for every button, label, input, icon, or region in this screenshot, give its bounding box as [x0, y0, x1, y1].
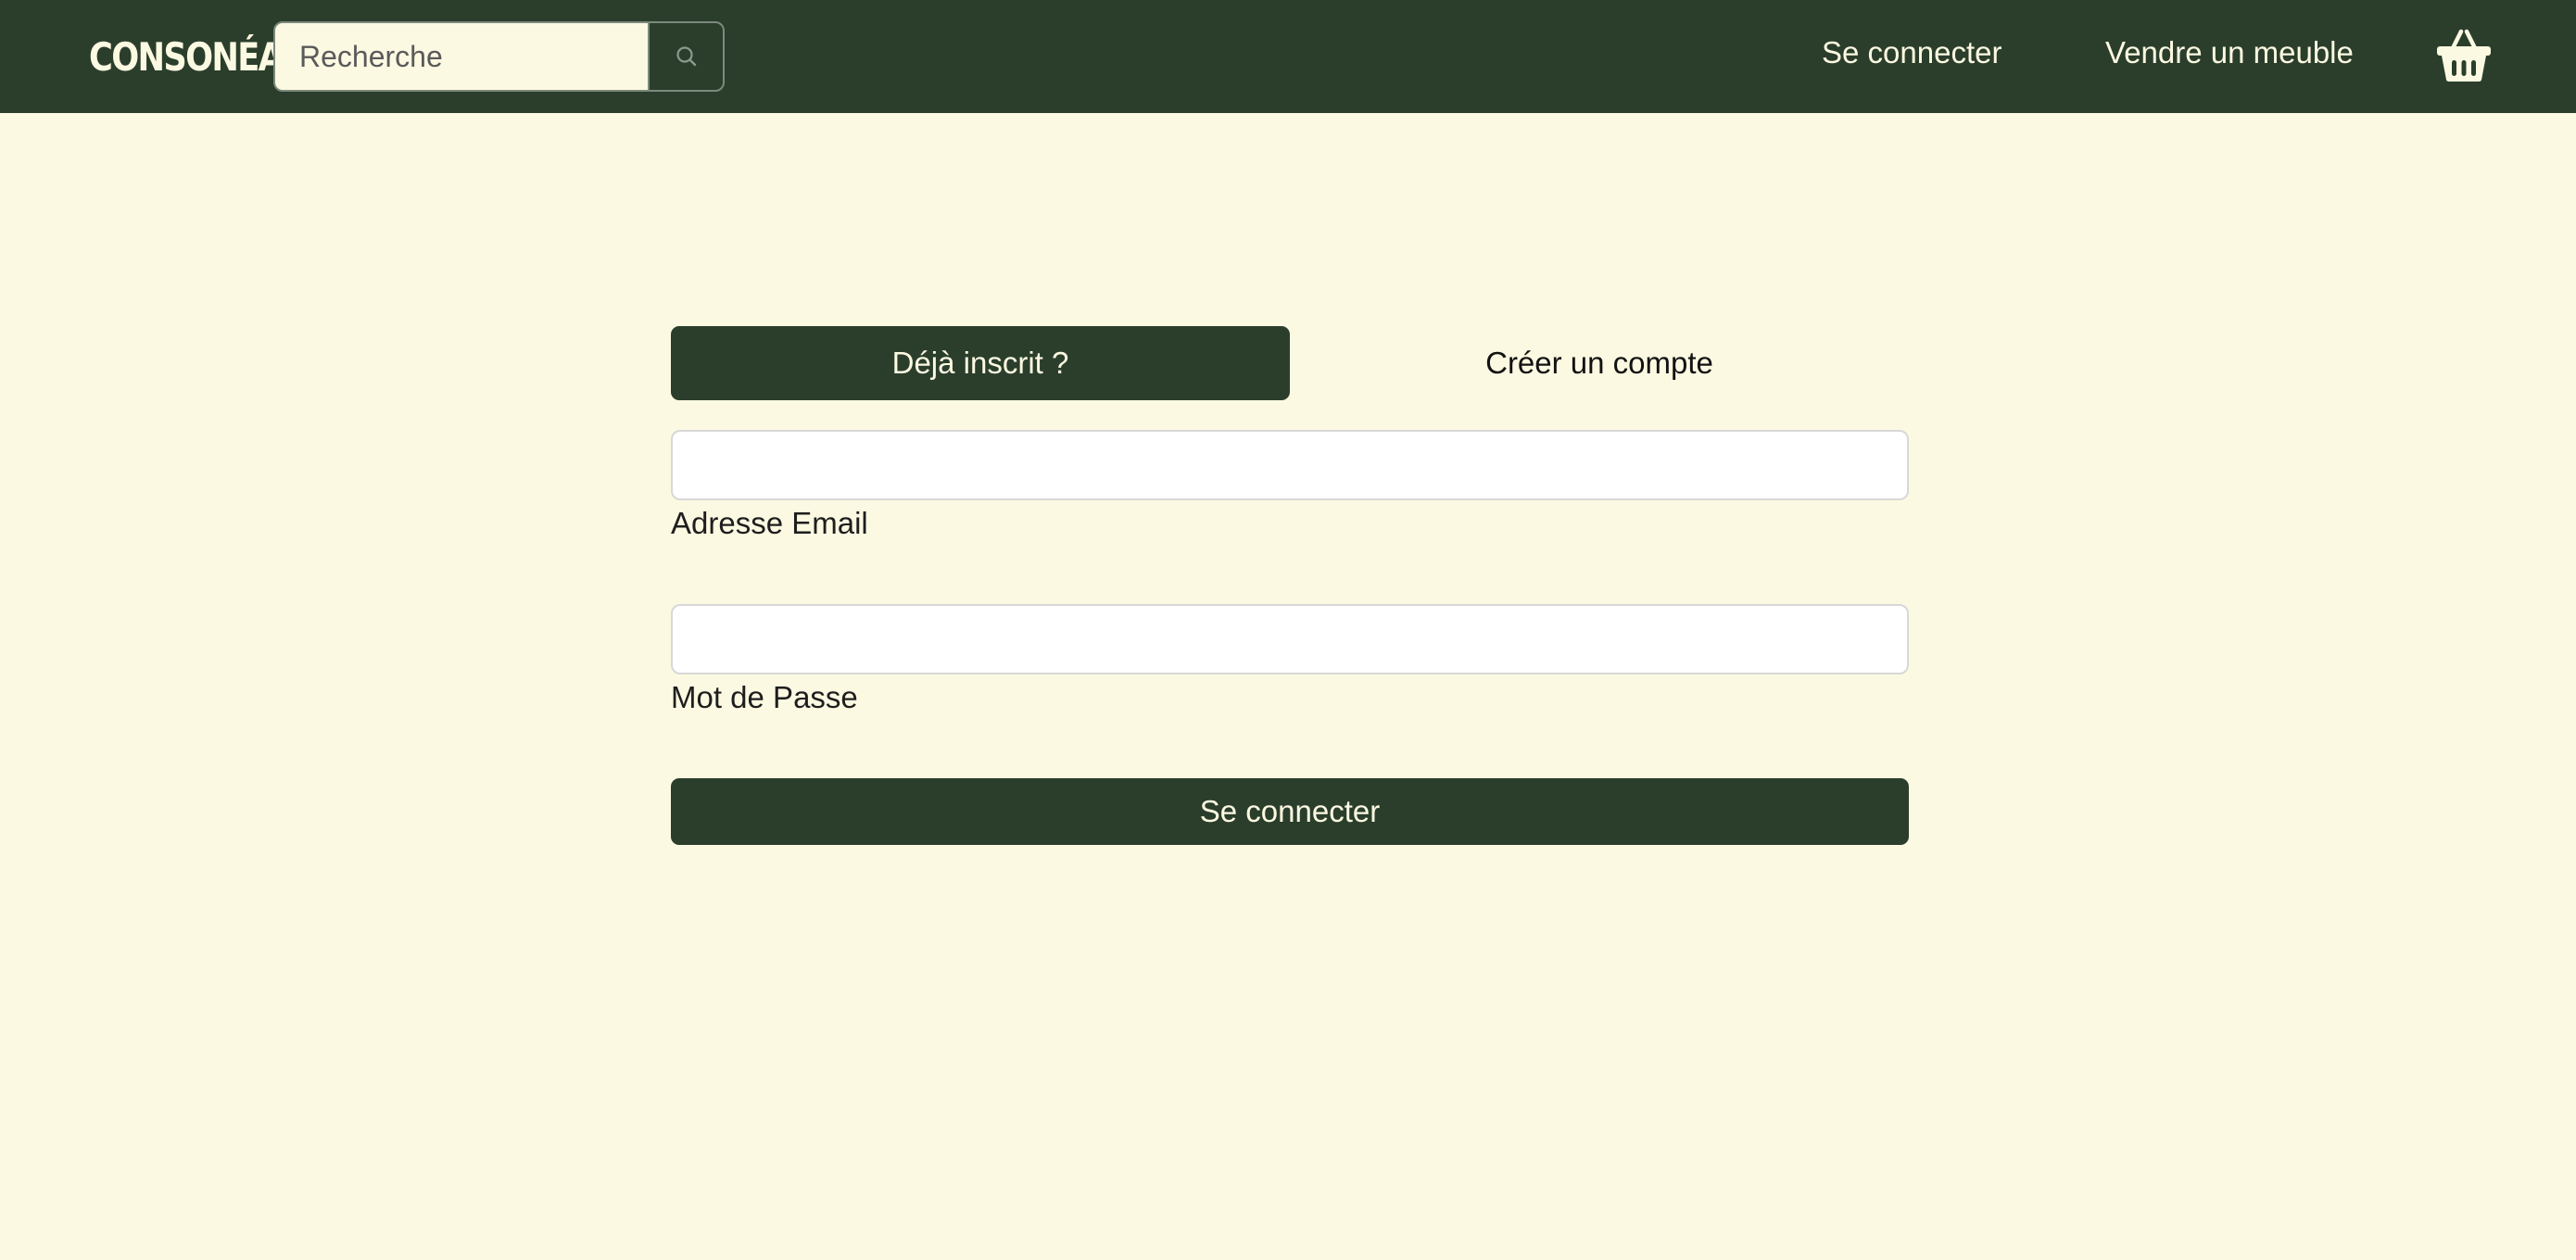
- search-input[interactable]: [273, 21, 650, 92]
- login-submit-button[interactable]: Se connecter: [671, 778, 1909, 845]
- brand-logo[interactable]: CONSONÉA: [89, 30, 284, 85]
- password-label: Mot de Passe: [671, 680, 858, 714]
- email-label: Adresse Email: [671, 506, 868, 540]
- top-navbar: CONSONÉA Se connecter Vendre un meuble: [0, 0, 2576, 113]
- basket-icon: [2437, 29, 2491, 82]
- search-button[interactable]: [648, 21, 725, 92]
- search-icon: [676, 46, 696, 67]
- tab-create-account[interactable]: Créer un compte: [1290, 326, 1909, 400]
- nav-login-link[interactable]: Se connecter: [1822, 28, 2001, 78]
- password-field[interactable]: [671, 604, 1909, 674]
- nav-sell-furniture-link[interactable]: Vendre un meuble: [2105, 28, 2354, 78]
- email-field[interactable]: [671, 430, 1909, 500]
- tab-already-registered[interactable]: Déjà inscrit ?: [671, 326, 1290, 400]
- cart-button[interactable]: [2433, 28, 2494, 83]
